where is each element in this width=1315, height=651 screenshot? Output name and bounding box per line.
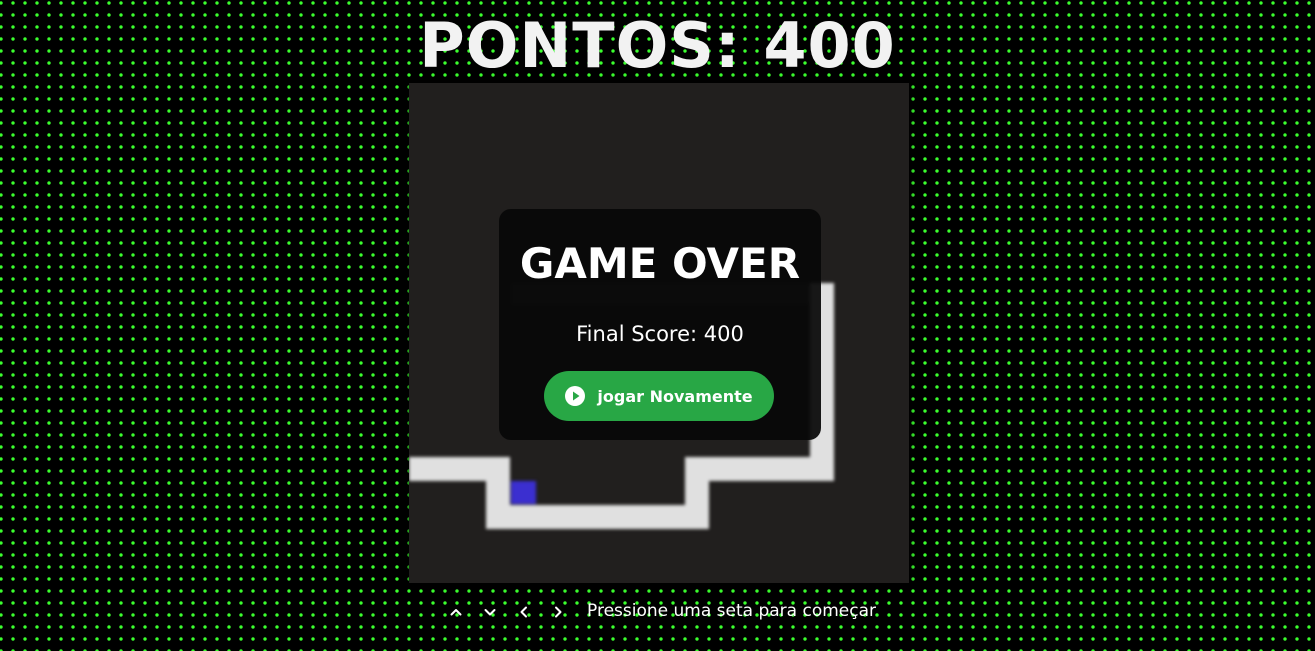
game-over-panel: GAME OVER Final Score: 400 jogar Novamen…	[499, 209, 821, 440]
snake-segment	[486, 505, 709, 529]
score-title: PONTOS: 400	[419, 9, 896, 82]
final-score: Final Score: 400	[576, 322, 744, 346]
food-item	[511, 481, 536, 504]
right-arrow-icon	[551, 604, 565, 618]
game-over-title: GAME OVER	[519, 239, 801, 288]
start-hint: Pressione uma seta para começar	[587, 601, 876, 621]
play-again-button[interactable]: jogar Novamente	[544, 371, 774, 421]
play-icon	[565, 386, 586, 406]
game-screen: PONTOS: 400 GAME OVER Final Score: 400 j…	[0, 0, 1315, 651]
up-arrow-icon	[449, 604, 463, 618]
snake-segment	[409, 457, 510, 481]
down-arrow-icon	[483, 604, 497, 618]
left-arrow-icon	[517, 604, 531, 618]
play-again-label: jogar Novamente	[597, 386, 753, 406]
controls-hint-bar: Pressione uma seta para começar	[0, 596, 1315, 626]
